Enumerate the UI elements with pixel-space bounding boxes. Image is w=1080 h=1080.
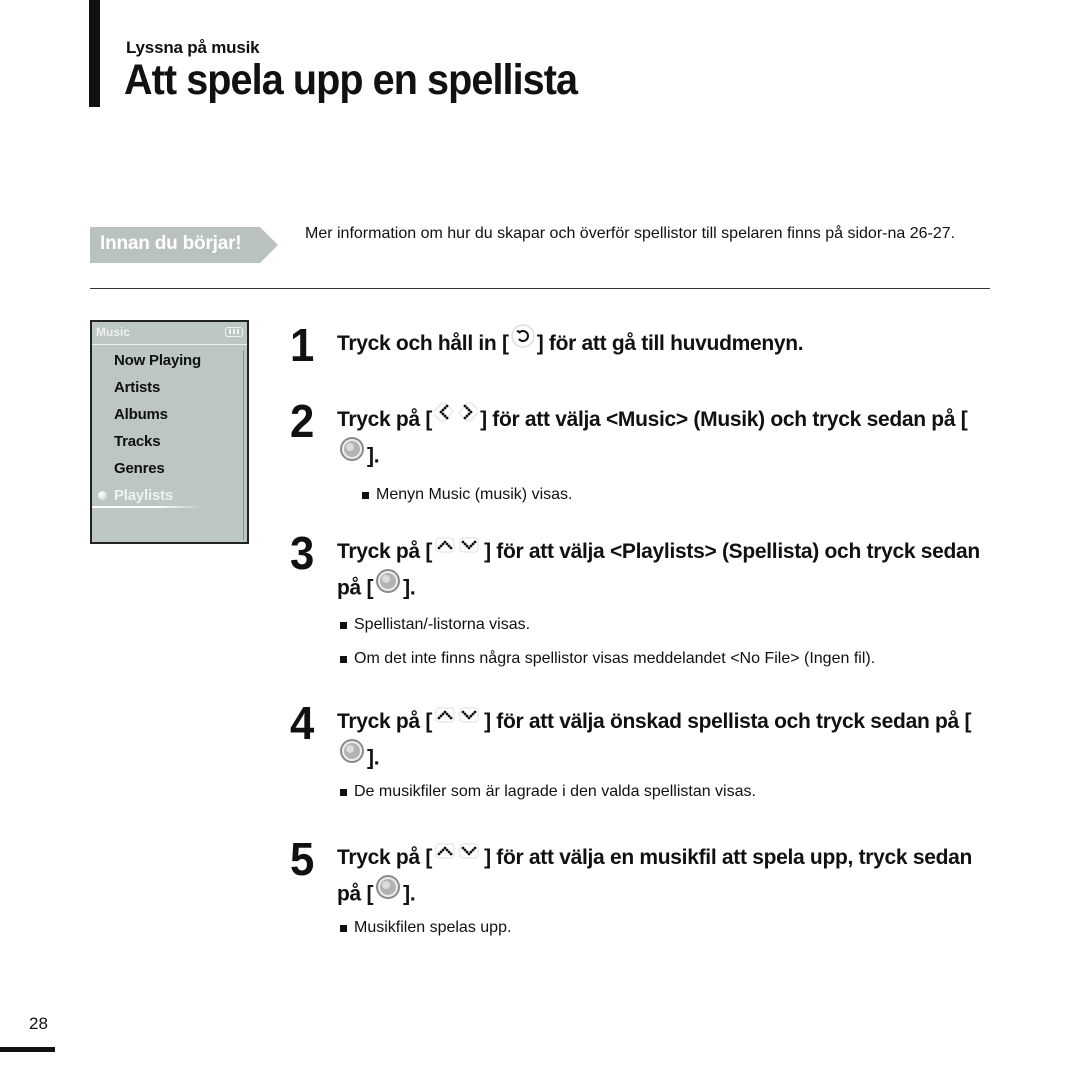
step-note: Musikfilen spelas upp. [340, 918, 511, 938]
device-screen: Music Now Playing Artists Albums Tracks Genr… [90, 320, 249, 544]
page-title: Att spela upp en spellista [124, 56, 578, 104]
step-text-part: Tryck och håll in [ [337, 332, 509, 355]
selection-underline [92, 506, 202, 508]
device-menu-item: Tracks [114, 431, 201, 458]
battery-icon [225, 327, 243, 337]
step-text-part: Tryck på [ [337, 846, 433, 869]
select-button-icon [339, 436, 365, 474]
step-text-part: ]. [403, 883, 416, 906]
step-note: Menyn Music (musik) visas. [362, 485, 572, 505]
up-down-icon [434, 532, 482, 568]
back-icon [510, 324, 535, 360]
step-note: Om det inte finns några spellistor visas… [340, 649, 875, 669]
step-text-part: ] för att välja en musikfil att spela up… [337, 846, 973, 906]
step-text-part: ]. [367, 445, 380, 468]
step-text-part: ] för att gå till huvudmenyn. [536, 332, 804, 355]
divider [90, 288, 990, 289]
step-number: 2 [290, 395, 315, 447]
note-badge-label: Innan du börjar! [100, 233, 242, 254]
device-menu-item-label: Genres [114, 460, 165, 477]
device-menu-item: Artists [114, 377, 201, 404]
device-menu-item-label: Playlists [114, 487, 174, 504]
device-menu-item-label: Artists [114, 379, 161, 396]
step-notes: Musikfilen spelas upp. [340, 918, 511, 952]
up-down-icon [434, 838, 482, 874]
note-text: Mer information om hur du skapar och öve… [305, 225, 956, 242]
step-note: Spellistan/-listorna visas. [340, 615, 875, 635]
step-notes: Menyn Music (musik) visas. [362, 485, 572, 519]
device-menu-item-label: Albums [114, 406, 168, 423]
device-menu-item: Now Playing [114, 350, 201, 377]
step-notes: De musikfiler som är lagrade i den valda… [340, 782, 756, 816]
select-button-icon [339, 738, 365, 776]
device-menu-item: Albums [114, 404, 201, 431]
left-right-icon [433, 400, 479, 436]
step-instruction: Tryck på [ ] för att välja önskad spellis… [337, 704, 997, 778]
step-text-part: ] för att välja önskad spellista och try… [484, 710, 972, 733]
selection-dot-icon [98, 491, 107, 500]
step-instruction: Tryck på [] för att välja en musikfil at… [337, 840, 997, 914]
step-text-part: ] för att välja <Music> (Musik) och tryc… [480, 408, 968, 431]
page-bar [0, 1047, 55, 1052]
step-number: 5 [290, 833, 315, 885]
step-instruction: Tryck och håll in [ ] för att gå till huv… [337, 324, 997, 362]
device-menu-item-label: Tracks [114, 433, 161, 450]
step-text-part: ]. [403, 577, 416, 600]
step-instruction: Tryck på [] för att välja <Playlists> (S… [337, 534, 997, 608]
step-instruction: Tryck på [ ] för att välja <Music> (Musik… [337, 402, 997, 476]
step-number: 4 [290, 697, 315, 749]
select-button-icon [375, 568, 401, 606]
header-bar [89, 0, 100, 107]
select-button-icon [375, 874, 401, 912]
step-number: 3 [290, 527, 315, 579]
step-text-part: Tryck på [ [337, 710, 433, 733]
step-number: 1 [290, 319, 315, 371]
step-note: De musikfiler som är lagrade i den valda… [340, 782, 756, 802]
up-down-icon [434, 702, 482, 738]
step-text-part: Tryck på [ [337, 408, 433, 431]
device-scrollbar [243, 350, 244, 540]
device-menu-item: Genres [114, 458, 201, 485]
page-number: 28 [29, 1014, 48, 1033]
step-text-part: ]. [367, 747, 380, 770]
note-badge: Innan du börjar! [90, 227, 278, 263]
device-title: Music [96, 325, 131, 339]
step-notes: Spellistan/-listorna visas. Om det inte f… [340, 615, 875, 683]
step-text-part: Tryck på [ [337, 540, 433, 563]
device-header: Music [92, 322, 247, 345]
device-menu: Now Playing Artists Albums Tracks Genres Play… [98, 350, 201, 512]
device-menu-item-label: Now Playing [114, 352, 201, 369]
section-label: Lyssna på musik [126, 38, 260, 57]
